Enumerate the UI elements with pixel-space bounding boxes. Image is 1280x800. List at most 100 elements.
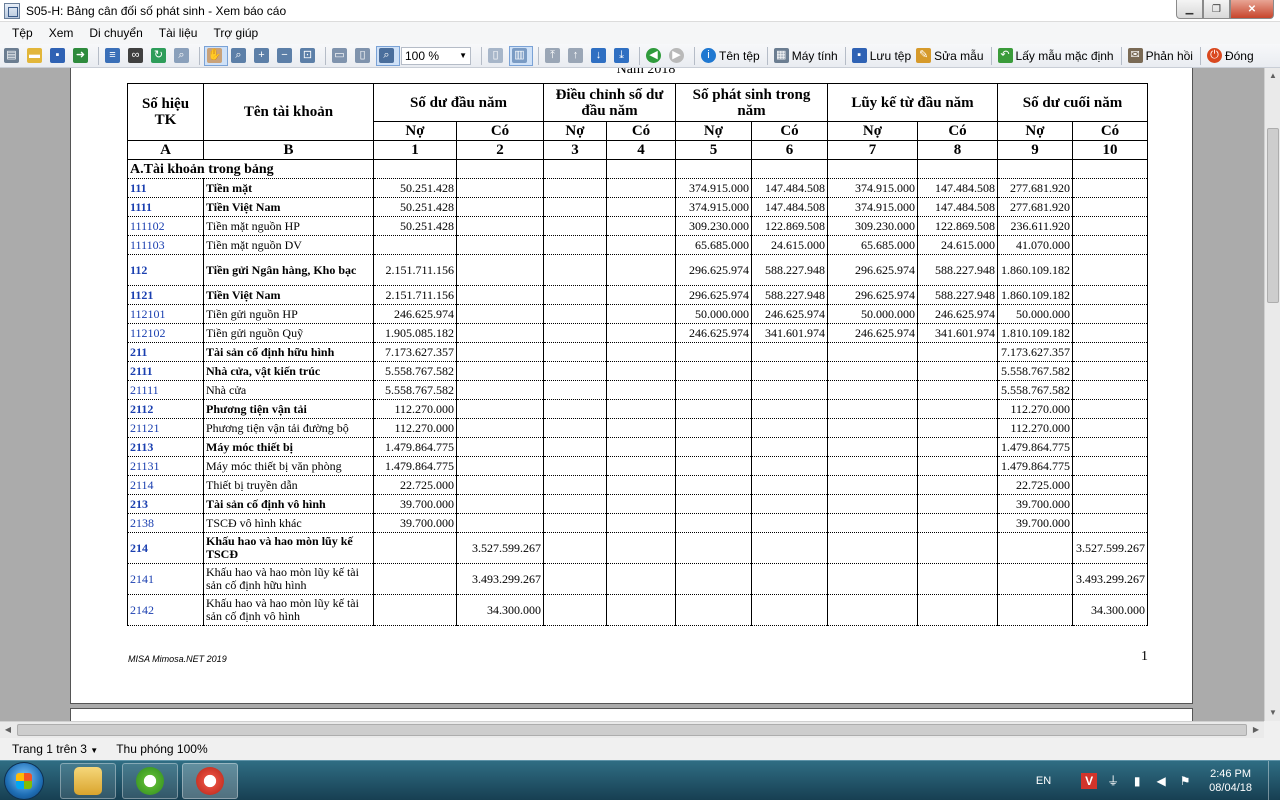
amount-cell <box>1072 342 1148 362</box>
account-code[interactable]: 213 <box>127 494 204 514</box>
phan-hoi-button[interactable]: ✉ Phản hồi <box>1126 46 1195 66</box>
account-code[interactable]: 2142 <box>127 594 204 626</box>
first-page-button[interactable]: ⤒ <box>543 46 565 66</box>
amount-cell: 5.558.767.582 <box>997 380 1073 400</box>
taskbar-explorer[interactable] <box>60 763 116 799</box>
menu-di-chuyen[interactable]: Di chuyển <box>81 26 150 40</box>
horizontal-scrollbar[interactable]: ◀ ▶ <box>0 721 1264 738</box>
account-code[interactable]: 111102 <box>127 216 204 236</box>
save-button[interactable]: ▪ <box>48 46 70 66</box>
may-tinh-button[interactable]: ▦ Máy tính <box>772 46 840 66</box>
lay-mau-button[interactable]: ↶ Lấy mẫu mặc định <box>996 46 1116 66</box>
restore-button[interactable]: ❐ <box>1203 0 1230 19</box>
scroll-up-icon[interactable]: ▲ <box>1265 68 1280 84</box>
page-indicator[interactable]: Trang 1 trên 3 ▼ <box>12 742 98 756</box>
taskbar-mimosa-app[interactable] <box>182 763 238 799</box>
menu-xem[interactable]: Xem <box>41 26 82 40</box>
zoom-in-button[interactable]: + <box>252 46 274 66</box>
export-button[interactable]: ➜ <box>71 46 93 66</box>
amount-cell <box>917 494 998 514</box>
amount-cell <box>373 532 457 564</box>
zoom-tool-button[interactable]: ⌕ <box>229 46 251 66</box>
zoom-select[interactable]: 100 % ▼ <box>401 46 471 65</box>
account-code[interactable]: 21121 <box>127 418 204 438</box>
account-code[interactable]: 2112 <box>127 399 204 419</box>
header-cuoi-nam: Số dư cuối năm <box>997 83 1148 122</box>
taskbar-clock[interactable]: 2:46 PM 08/04/18 <box>1209 767 1252 795</box>
luu-tep-button[interactable]: ▪ Lưu tệp <box>850 46 913 66</box>
taskbar-misa-app[interactable] <box>122 763 178 799</box>
account-code[interactable]: 112 <box>127 254 204 286</box>
arrow-up-bar-icon: ⤒ <box>545 48 560 63</box>
account-code[interactable]: 21131 <box>127 456 204 476</box>
account-code[interactable]: 2138 <box>127 513 204 533</box>
report-viewport[interactable]: Năm 2018 Số hiệu TK Tên tài khoản Số dư … <box>0 68 1264 721</box>
account-code[interactable]: 2113 <box>127 437 204 457</box>
actual-size-button[interactable]: ⌕ <box>376 45 400 66</box>
account-code[interactable]: 211 <box>127 342 204 362</box>
amount-cell: 39.700.000 <box>373 513 457 533</box>
preview-button[interactable]: ⌕ <box>172 46 194 66</box>
account-code[interactable]: 112101 <box>127 304 204 324</box>
column-index: 9 <box>997 140 1073 160</box>
two-page-button[interactable]: ▥ <box>509 45 533 66</box>
signal-icon[interactable]: ▮ <box>1129 773 1145 789</box>
refresh-button[interactable]: ↻ <box>149 46 171 66</box>
scroll-right-icon[interactable]: ▶ <box>1248 722 1264 738</box>
minimize-button[interactable]: ▁ <box>1176 0 1203 19</box>
antivirus-icon[interactable]: V <box>1081 773 1098 789</box>
account-code[interactable]: 2114 <box>127 475 204 495</box>
amount-cell: 246.625.974 <box>751 304 828 324</box>
volume-icon[interactable]: ◀ <box>1153 773 1169 789</box>
start-button[interactable] <box>4 762 44 800</box>
zoom-out-button[interactable]: − <box>275 46 297 66</box>
dong-button[interactable]: ⏻ Đóng <box>1205 46 1256 66</box>
prev-page-button[interactable]: ↑ <box>566 46 588 66</box>
status-bar: Trang 1 trên 3 ▼ Thu phóng 100% <box>0 738 1280 760</box>
amount-cell <box>543 399 607 419</box>
find-button[interactable]: ∞ <box>126 46 148 66</box>
plug-icon[interactable]: ⏚ <box>1105 773 1121 789</box>
show-desktop-button[interactable] <box>1268 761 1280 800</box>
account-code[interactable]: 112102 <box>127 323 204 343</box>
close-window-button[interactable]: ✕ <box>1230 0 1274 19</box>
amount-cell <box>1072 216 1148 236</box>
scroll-left-icon[interactable]: ◀ <box>0 722 16 738</box>
menu-tro-giup[interactable]: Trợ giúp <box>205 26 266 40</box>
account-code[interactable]: 21111 <box>127 380 204 400</box>
account-code[interactable]: 214 <box>127 532 204 564</box>
language-indicator[interactable]: EN <box>1036 775 1051 787</box>
scroll-down-icon[interactable]: ▼ <box>1265 705 1280 721</box>
page-setup-button[interactable]: ≡ <box>103 46 125 66</box>
sua-mau-button[interactable]: ✎ Sửa mẫu <box>914 46 985 66</box>
network-icon[interactable]: ⚑ <box>1177 773 1193 789</box>
open-button[interactable]: ▬ <box>25 46 47 66</box>
amount-cell <box>675 437 752 457</box>
ten-tep-button[interactable]: i Tên tệp <box>699 46 762 66</box>
account-code[interactable]: 111 <box>127 178 204 198</box>
account-code[interactable]: 2111 <box>127 361 204 381</box>
horizontal-scroll-thumb[interactable] <box>17 724 1247 736</box>
vertical-scroll-thumb[interactable] <box>1267 128 1279 303</box>
print-button[interactable]: ▤ <box>2 46 24 66</box>
account-code[interactable]: 111103 <box>127 235 204 255</box>
zoom-in-icon: + <box>254 48 269 63</box>
account-code[interactable]: 1121 <box>127 285 204 305</box>
account-code[interactable]: 1111 <box>127 197 204 217</box>
forward-button[interactable]: ▶ <box>667 46 689 66</box>
menu-tai-lieu[interactable]: Tài liệu <box>151 26 206 40</box>
amount-cell <box>543 254 607 286</box>
zoom-fit-button[interactable]: ⊡ <box>298 46 320 66</box>
last-page-button[interactable]: ⤓ <box>612 46 634 66</box>
hand-tool-button[interactable]: ✋ <box>204 45 228 66</box>
amount-cell: 24.615.000 <box>751 235 828 255</box>
single-page-button[interactable]: ▯ <box>486 46 508 66</box>
menu-tep[interactable]: Tệp <box>4 26 41 40</box>
account-code[interactable]: 2141 <box>127 563 204 595</box>
whole-page-button[interactable]: ▯ <box>353 46 375 66</box>
back-button[interactable]: ◀ <box>644 46 666 66</box>
amount-cell <box>827 456 918 476</box>
page-width-button[interactable]: ▭ <box>330 46 352 66</box>
vertical-scrollbar[interactable]: ▲ ▼ <box>1264 68 1280 721</box>
next-page-button[interactable]: ↓ <box>589 46 611 66</box>
